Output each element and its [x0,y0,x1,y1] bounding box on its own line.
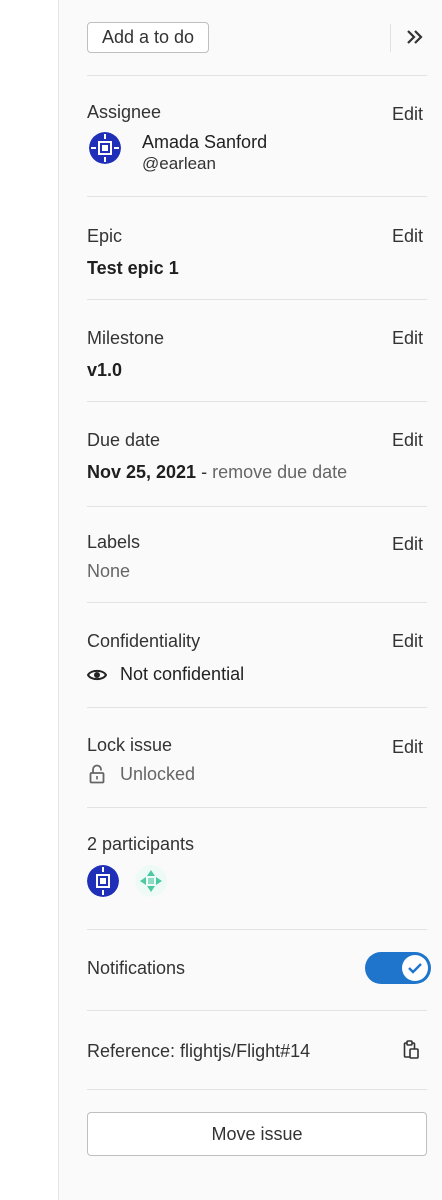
confidentiality-title: Confidentiality [87,631,201,651]
assignee-block: Assignee Edit Amada Sanford @earlean [87,76,427,197]
notifications-title: Notifications [87,958,186,978]
participants-title: 2 participants [87,834,195,854]
assignee-edit-link[interactable]: Edit [392,104,423,125]
due-date-edit-link[interactable]: Edit [392,430,423,451]
lock-title: Lock issue [87,735,173,755]
due-date-block: Due date Edit Nov 25, 2021 - remove due … [87,402,427,507]
lock-block: Lock issue Edit Unlocked [87,708,427,808]
notifications-toggle[interactable] [365,952,431,984]
milestone-block: Milestone Edit v1.0 [87,300,427,402]
epic-title: Epic [87,226,123,246]
milestone-title: Milestone [87,328,165,348]
due-date-value: Nov 25, 2021 [87,462,197,482]
confidentiality-edit-link[interactable]: Edit [392,631,423,652]
todo-block [87,0,427,76]
reference-block: Reference: flightjs/Flight#14 [87,1011,427,1090]
assignee-name[interactable]: Amada Sanford [142,132,267,153]
participant-avatar[interactable] [135,865,167,897]
avatar[interactable] [89,132,121,164]
assignee-title: Assignee [87,102,162,122]
move-issue-button[interactable]: Move issue [87,1112,427,1156]
notifications-block: Notifications [87,930,431,1011]
reference-label: Reference: flightjs/Flight#14 [87,1041,311,1061]
confidentiality-block: Confidentiality Edit Not confidential [87,603,427,708]
issue-sidebar: Add a to do Assignee Edit Amada Sanford … [58,0,442,1200]
assignee-username: @earlean [142,154,216,173]
participants-block: 2 participants [87,808,427,930]
epic-edit-link[interactable]: Edit [392,226,423,247]
lock-open-icon [89,764,105,784]
check-icon [408,963,422,974]
due-date-separator: - [201,462,208,482]
milestone-edit-link[interactable]: Edit [392,328,423,349]
labels-title: Labels [87,532,141,552]
participant-avatar[interactable] [87,865,119,897]
due-date-title: Due date [87,430,161,450]
eye-icon [87,669,107,681]
copy-icon[interactable] [403,1040,419,1060]
confidentiality-value: Not confidential [120,664,245,684]
due-date-row: Nov 25, 2021 - remove due date [87,462,347,483]
milestone-value[interactable]: v1.0 [87,360,122,381]
lock-edit-link[interactable]: Edit [392,737,423,758]
remove-due-date-link[interactable]: remove due date [212,462,347,482]
labels-edit-link[interactable]: Edit [392,534,423,555]
toggle-knob [402,955,428,981]
labels-value: None [87,561,131,581]
labels-block: Labels Edit None [87,507,427,603]
epic-block: Epic Edit Test epic 1 [87,197,427,300]
lock-value: Unlocked [120,764,196,784]
epic-value[interactable]: Test epic 1 [87,258,179,279]
